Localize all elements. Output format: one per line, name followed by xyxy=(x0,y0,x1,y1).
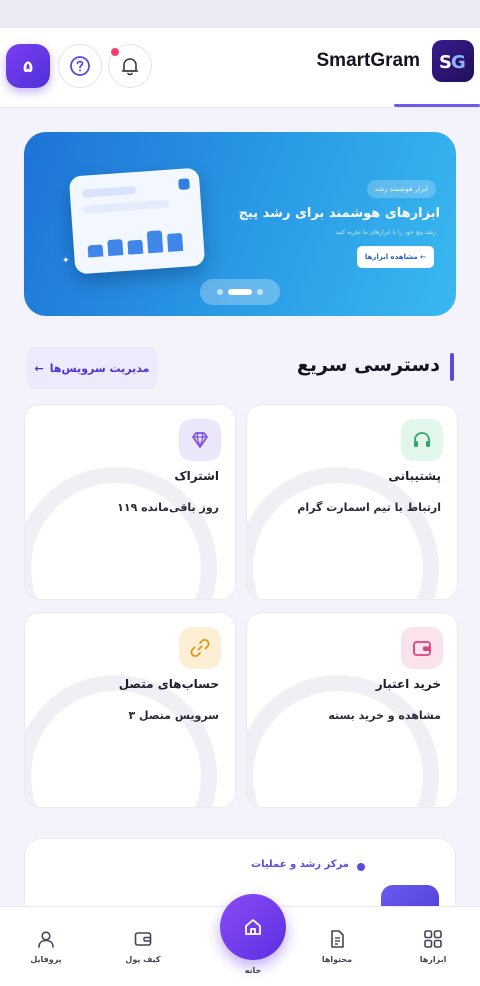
nav-content[interactable]: محتواها xyxy=(305,929,369,964)
card-subtitle: ۱۱۹ روز باقی‌مانده xyxy=(117,501,219,514)
nav-tools-label: ابزارها xyxy=(419,955,447,964)
arrow-left-icon: ← xyxy=(34,361,44,375)
svg-text:G: G xyxy=(451,52,466,73)
card-title: پشتیبانی xyxy=(388,469,441,483)
grid-icon xyxy=(424,930,442,948)
status-strip xyxy=(0,0,480,28)
section-accent-bar xyxy=(450,353,454,381)
buy-credit-card[interactable]: خرید اعتبار مشاهده و خرید بسته xyxy=(246,612,458,808)
nav-wallet[interactable]: کیف پول xyxy=(111,929,175,964)
logo-mark-icon: S G xyxy=(439,52,466,73)
carousel-dot-active[interactable] xyxy=(228,289,252,295)
nav-home-label: خانه xyxy=(244,966,262,975)
diamond-icon xyxy=(192,432,208,448)
connected-accounts-icon-box xyxy=(179,627,221,669)
card-subtitle: ارتباط با تیم اسمارت گرام xyxy=(297,501,441,514)
card-subtitle: ۳ سرویس متصل xyxy=(128,709,219,722)
link-icon xyxy=(190,638,210,658)
wallet-icon xyxy=(134,932,152,946)
nav-content-label: محتواها xyxy=(321,955,353,964)
carousel-dot[interactable] xyxy=(217,289,223,295)
growth-center-label: مرکز رشد و عملیات xyxy=(251,859,349,870)
nav-profile-label: پروفایل xyxy=(30,955,62,964)
carousel-dot[interactable] xyxy=(257,289,263,295)
header-active-indicator xyxy=(394,104,480,107)
wallet-icon xyxy=(413,641,431,656)
card-title: خرید اعتبار xyxy=(375,677,441,691)
manage-services-button[interactable]: ← مدیریت سرویس‌ها xyxy=(26,347,158,389)
support-card[interactable]: پشتیبانی ارتباط با تیم اسمارت گرام xyxy=(246,404,458,600)
dashboard-illustration xyxy=(68,167,206,275)
banner-subtitle: رشد پیج خود را با ابزارهای ما تجربه کنید xyxy=(335,229,436,236)
credit-badge-button[interactable]: ۵ xyxy=(6,44,50,88)
nav-home-button[interactable] xyxy=(220,894,286,960)
home-icon xyxy=(245,919,261,935)
card-title: حساب‌های متصل xyxy=(118,677,219,691)
carousel-indicator[interactable] xyxy=(200,279,280,305)
bell-icon xyxy=(121,58,139,76)
nav-profile[interactable]: پروفایل xyxy=(14,929,78,964)
section-title: دسترسی سریع xyxy=(296,354,440,376)
banner-tag: ابزار هوشمند رشد xyxy=(366,180,436,198)
nav-wallet-label: کیف پول xyxy=(125,955,161,964)
document-icon xyxy=(331,930,344,948)
subscription-card[interactable]: اشتراک ۱۱۹ روز باقی‌مانده xyxy=(24,404,236,600)
subscription-icon-box xyxy=(179,419,221,461)
question-icon xyxy=(70,56,90,76)
help-button[interactable] xyxy=(58,44,102,88)
notifications-button[interactable] xyxy=(108,44,152,88)
notification-dot xyxy=(109,46,121,58)
manage-services-label: مدیریت سرویس‌ها xyxy=(49,361,150,375)
growth-dot-icon xyxy=(357,863,365,871)
nav-tools[interactable]: ابزارها xyxy=(401,929,465,964)
banner-title: ابزارهای هوشمند برای رشد پیج xyxy=(238,206,440,221)
card-title: اشتراک xyxy=(174,469,219,483)
card-subtitle: مشاهده و خرید بسته xyxy=(328,709,441,722)
promo-banner[interactable]: ✦ ابزار هوشمند رشد ابزارهای هوشمند برای … xyxy=(24,132,456,316)
buy-credit-icon-box xyxy=(401,627,443,669)
brand-name: SmartGram xyxy=(316,50,421,71)
sparkle-icon: ✦ xyxy=(62,256,70,266)
smartgram-logo[interactable]: S G xyxy=(432,40,474,82)
banner-cta-button[interactable]: مشاهده ابزارها ← xyxy=(356,246,434,268)
app-header: S G SmartGram ۵ xyxy=(0,28,480,108)
headset-icon xyxy=(414,432,430,447)
user-icon xyxy=(38,931,54,948)
connected-accounts-card[interactable]: حساب‌های متصل ۳ سرویس متصل xyxy=(24,612,236,808)
support-icon-box xyxy=(401,419,443,461)
